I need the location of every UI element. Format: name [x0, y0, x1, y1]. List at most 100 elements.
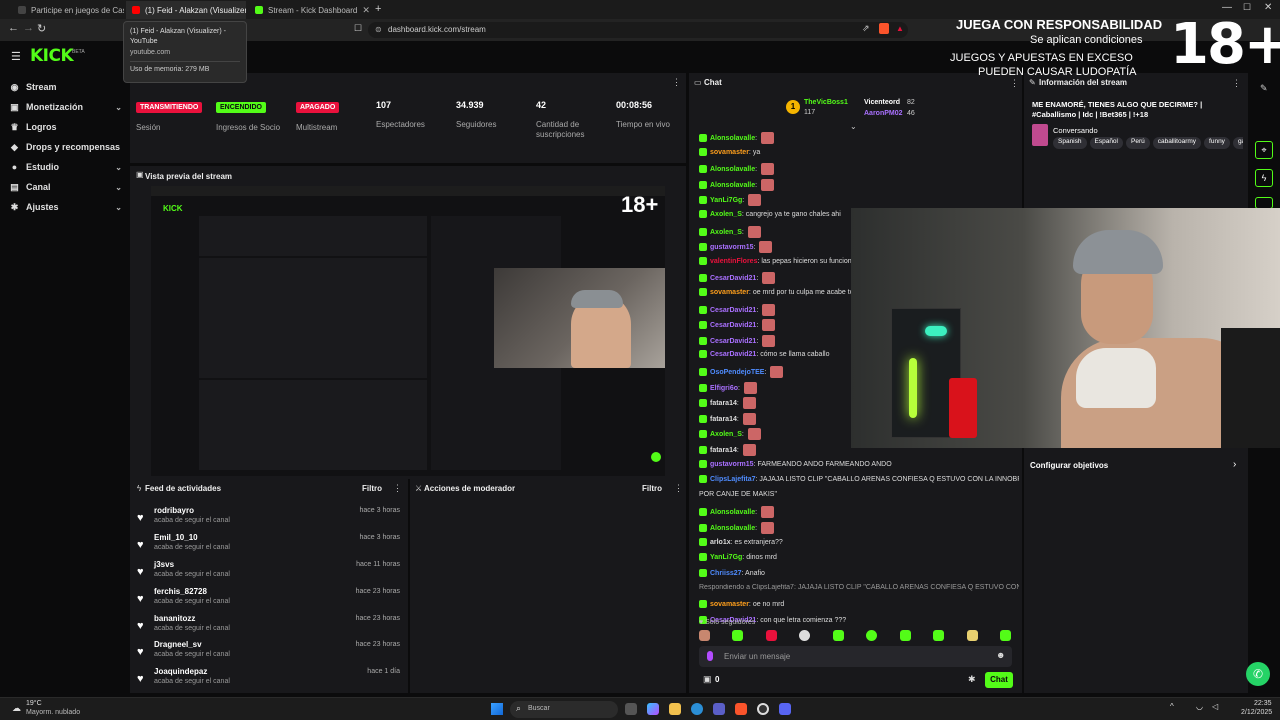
feed-filter-button[interactable]: Filtro — [362, 484, 382, 493]
network-icon[interactable]: ◡ — [1196, 702, 1203, 711]
start-icon[interactable] — [491, 703, 503, 715]
tag[interactable]: funny — [1204, 137, 1230, 149]
edge-icon[interactable] — [691, 703, 703, 715]
file-explorer-icon[interactable] — [669, 703, 681, 715]
send-chat-button[interactable]: Chat — [985, 672, 1013, 688]
volume-icon[interactable]: ◁ — [1212, 702, 1218, 711]
kick-logo[interactable]: KICK — [30, 46, 74, 66]
chat-username[interactable]: CesarDavid21 — [710, 338, 756, 345]
lightning-tool-icon[interactable]: ϟ — [1255, 169, 1273, 187]
chat-username[interactable]: sovamaster — [710, 601, 749, 608]
discord-icon[interactable] — [779, 703, 791, 715]
url-field[interactable]: ⊜ dashboard.kick.com/stream — [368, 22, 908, 38]
chat-username[interactable]: Axolen_S — [710, 211, 742, 218]
clock-date[interactable]: 2/12/2025 — [1241, 709, 1272, 716]
whatsapp-icon[interactable]: ✆ — [1246, 662, 1270, 686]
emote-icon[interactable] — [732, 630, 744, 641]
chat-username[interactable]: CesarDavid21 — [710, 322, 756, 329]
weather-icon[interactable]: ☁ — [12, 703, 21, 714]
category-name[interactable]: Conversando — [1053, 126, 1098, 135]
emote-icon[interactable] — [765, 630, 777, 641]
chat-username[interactable]: YanLi7Gg — [710, 197, 742, 204]
edit-icon[interactable]: ✎ — [1260, 83, 1268, 94]
feed-user[interactable]: rodribayro — [154, 506, 194, 515]
chat-username[interactable]: fatara14 — [710, 416, 737, 423]
more-options-icon[interactable]: ⋮ — [674, 483, 683, 494]
clock-time[interactable]: 22:35 — [1254, 700, 1272, 707]
chat-username[interactable]: CesarDavid21 — [710, 306, 756, 313]
rewards-icon[interactable]: ▲ — [896, 24, 904, 33]
chevron-right-icon[interactable]: › — [1233, 459, 1236, 470]
chat-username[interactable]: Alonsolavalle — [710, 525, 755, 532]
sidebar-item-drops[interactable]: ◆ Drops y recompensas — [10, 137, 122, 157]
chat-username[interactable]: Axolen_S — [710, 228, 742, 235]
chat-username[interactable]: Alonsolavalle — [710, 135, 755, 142]
feed-user[interactable]: ferchis_82728 — [154, 587, 207, 596]
emote-icon[interactable] — [999, 630, 1011, 641]
reload-icon[interactable]: ↻ — [37, 22, 46, 35]
sidebar-item-stream[interactable]: ◉ Stream — [10, 77, 122, 97]
chat-settings-icon[interactable]: ✱ — [968, 674, 976, 685]
chat-username[interactable]: ClipsLajefita7 — [710, 476, 756, 483]
stream-preview-video[interactable]: 18+ KICK — [151, 186, 665, 476]
chat-username[interactable]: OsoPendejoTEE — [710, 369, 764, 376]
menu-icon[interactable]: ☰ — [11, 50, 21, 63]
tray-chevron-icon[interactable]: ^ — [1170, 702, 1174, 711]
points-icon[interactable]: ▣ — [703, 674, 712, 685]
emoji-icon[interactable]: ☻ — [996, 650, 1005, 660]
chat-username[interactable]: sovamaster — [710, 148, 749, 155]
feed-user[interactable]: Joaquindepaz — [154, 667, 207, 676]
forward-icon[interactable]: → — [23, 22, 34, 34]
feed-user[interactable]: j3svs — [154, 560, 174, 569]
sidebar-item-canal[interactable]: ▤ Canal ⌄ — [10, 177, 122, 197]
chat-username[interactable]: CesarDavid21 — [710, 351, 756, 358]
brave-shield-icon[interactable] — [879, 23, 889, 34]
sidebar-item-monetizacion[interactable]: ▣ Monetización ⌄ — [10, 97, 122, 117]
sidebar-item-estudio[interactable]: ● Estudio ⌄ — [10, 157, 122, 177]
tag[interactable]: caballitoarmy — [1152, 137, 1202, 149]
feed-user[interactable]: bananitozz — [154, 614, 195, 623]
chat-username[interactable]: Chriiss27 — [710, 570, 742, 577]
feed-user[interactable]: EmiI_10_10 — [154, 533, 198, 542]
chat-input[interactable]: Enviar un mensaje ☻ — [699, 646, 1012, 667]
tag[interactable]: Español — [1089, 137, 1123, 149]
emote-icon[interactable] — [966, 630, 978, 641]
chat-username[interactable]: arlo1x — [710, 538, 731, 545]
configure-goals-link[interactable]: Configurar objetivos — [1030, 461, 1108, 470]
chat-username[interactable]: Alonsolavalle — [710, 509, 755, 516]
browser-tab-kick[interactable]: Stream - Kick Dashboard ✕ — [249, 1, 369, 19]
share-icon[interactable]: ⇗ — [862, 23, 870, 34]
browser-tab-casino[interactable]: Participe en juegos de Casino en línea — [12, 1, 124, 19]
chat-username[interactable]: Alonsolavalle — [710, 166, 755, 173]
site-info-icon[interactable]: ⊜ — [375, 22, 382, 38]
tag[interactable]: ga — [1232, 137, 1243, 149]
obs-icon[interactable] — [757, 703, 769, 715]
chevron-down-icon[interactable]: ⌄ — [850, 122, 857, 131]
chat-username[interactable]: sovamaster — [710, 289, 749, 296]
more-options-icon[interactable]: ⋮ — [672, 77, 681, 88]
clip-tool-icon[interactable]: ⌖ — [1255, 141, 1273, 159]
tag[interactable]: Perú — [1126, 137, 1150, 149]
chat-username[interactable]: Alonsolavalle — [710, 182, 755, 189]
emote-icon[interactable] — [799, 630, 811, 641]
chat-username[interactable]: YanLi7Gg — [710, 554, 742, 561]
chat-username[interactable]: valentinFlores — [710, 258, 757, 265]
emote-icon[interactable] — [933, 630, 945, 641]
leader-name[interactable]: AaronPM02 — [864, 110, 903, 117]
more-options-icon[interactable]: ⋮ — [393, 483, 402, 494]
emote-icon[interactable] — [866, 630, 878, 641]
emote-icon[interactable] — [899, 630, 911, 641]
teams-icon[interactable] — [713, 703, 725, 715]
emote-icon[interactable] — [699, 630, 710, 641]
sidebar-item-ajustes[interactable]: ✱ Ajustes ⌄ — [10, 197, 122, 217]
chat-username[interactable]: fatara14 — [710, 447, 737, 454]
back-icon[interactable]: ← — [8, 22, 19, 34]
browser-tab-youtube[interactable]: (1) Feid - Alakzan (Visualizer) - YouTub… — [126, 1, 246, 19]
leader-name[interactable]: Vicenteord — [864, 99, 900, 106]
bookmark-icon[interactable]: ☐ — [354, 23, 362, 34]
brave-icon[interactable] — [735, 703, 747, 715]
chat-username[interactable]: gustavorm15 — [710, 460, 754, 467]
task-view-icon[interactable] — [625, 703, 637, 715]
taskbar-search[interactable]: ⌕ Buscar — [510, 701, 618, 718]
copilot-icon[interactable] — [647, 703, 659, 715]
